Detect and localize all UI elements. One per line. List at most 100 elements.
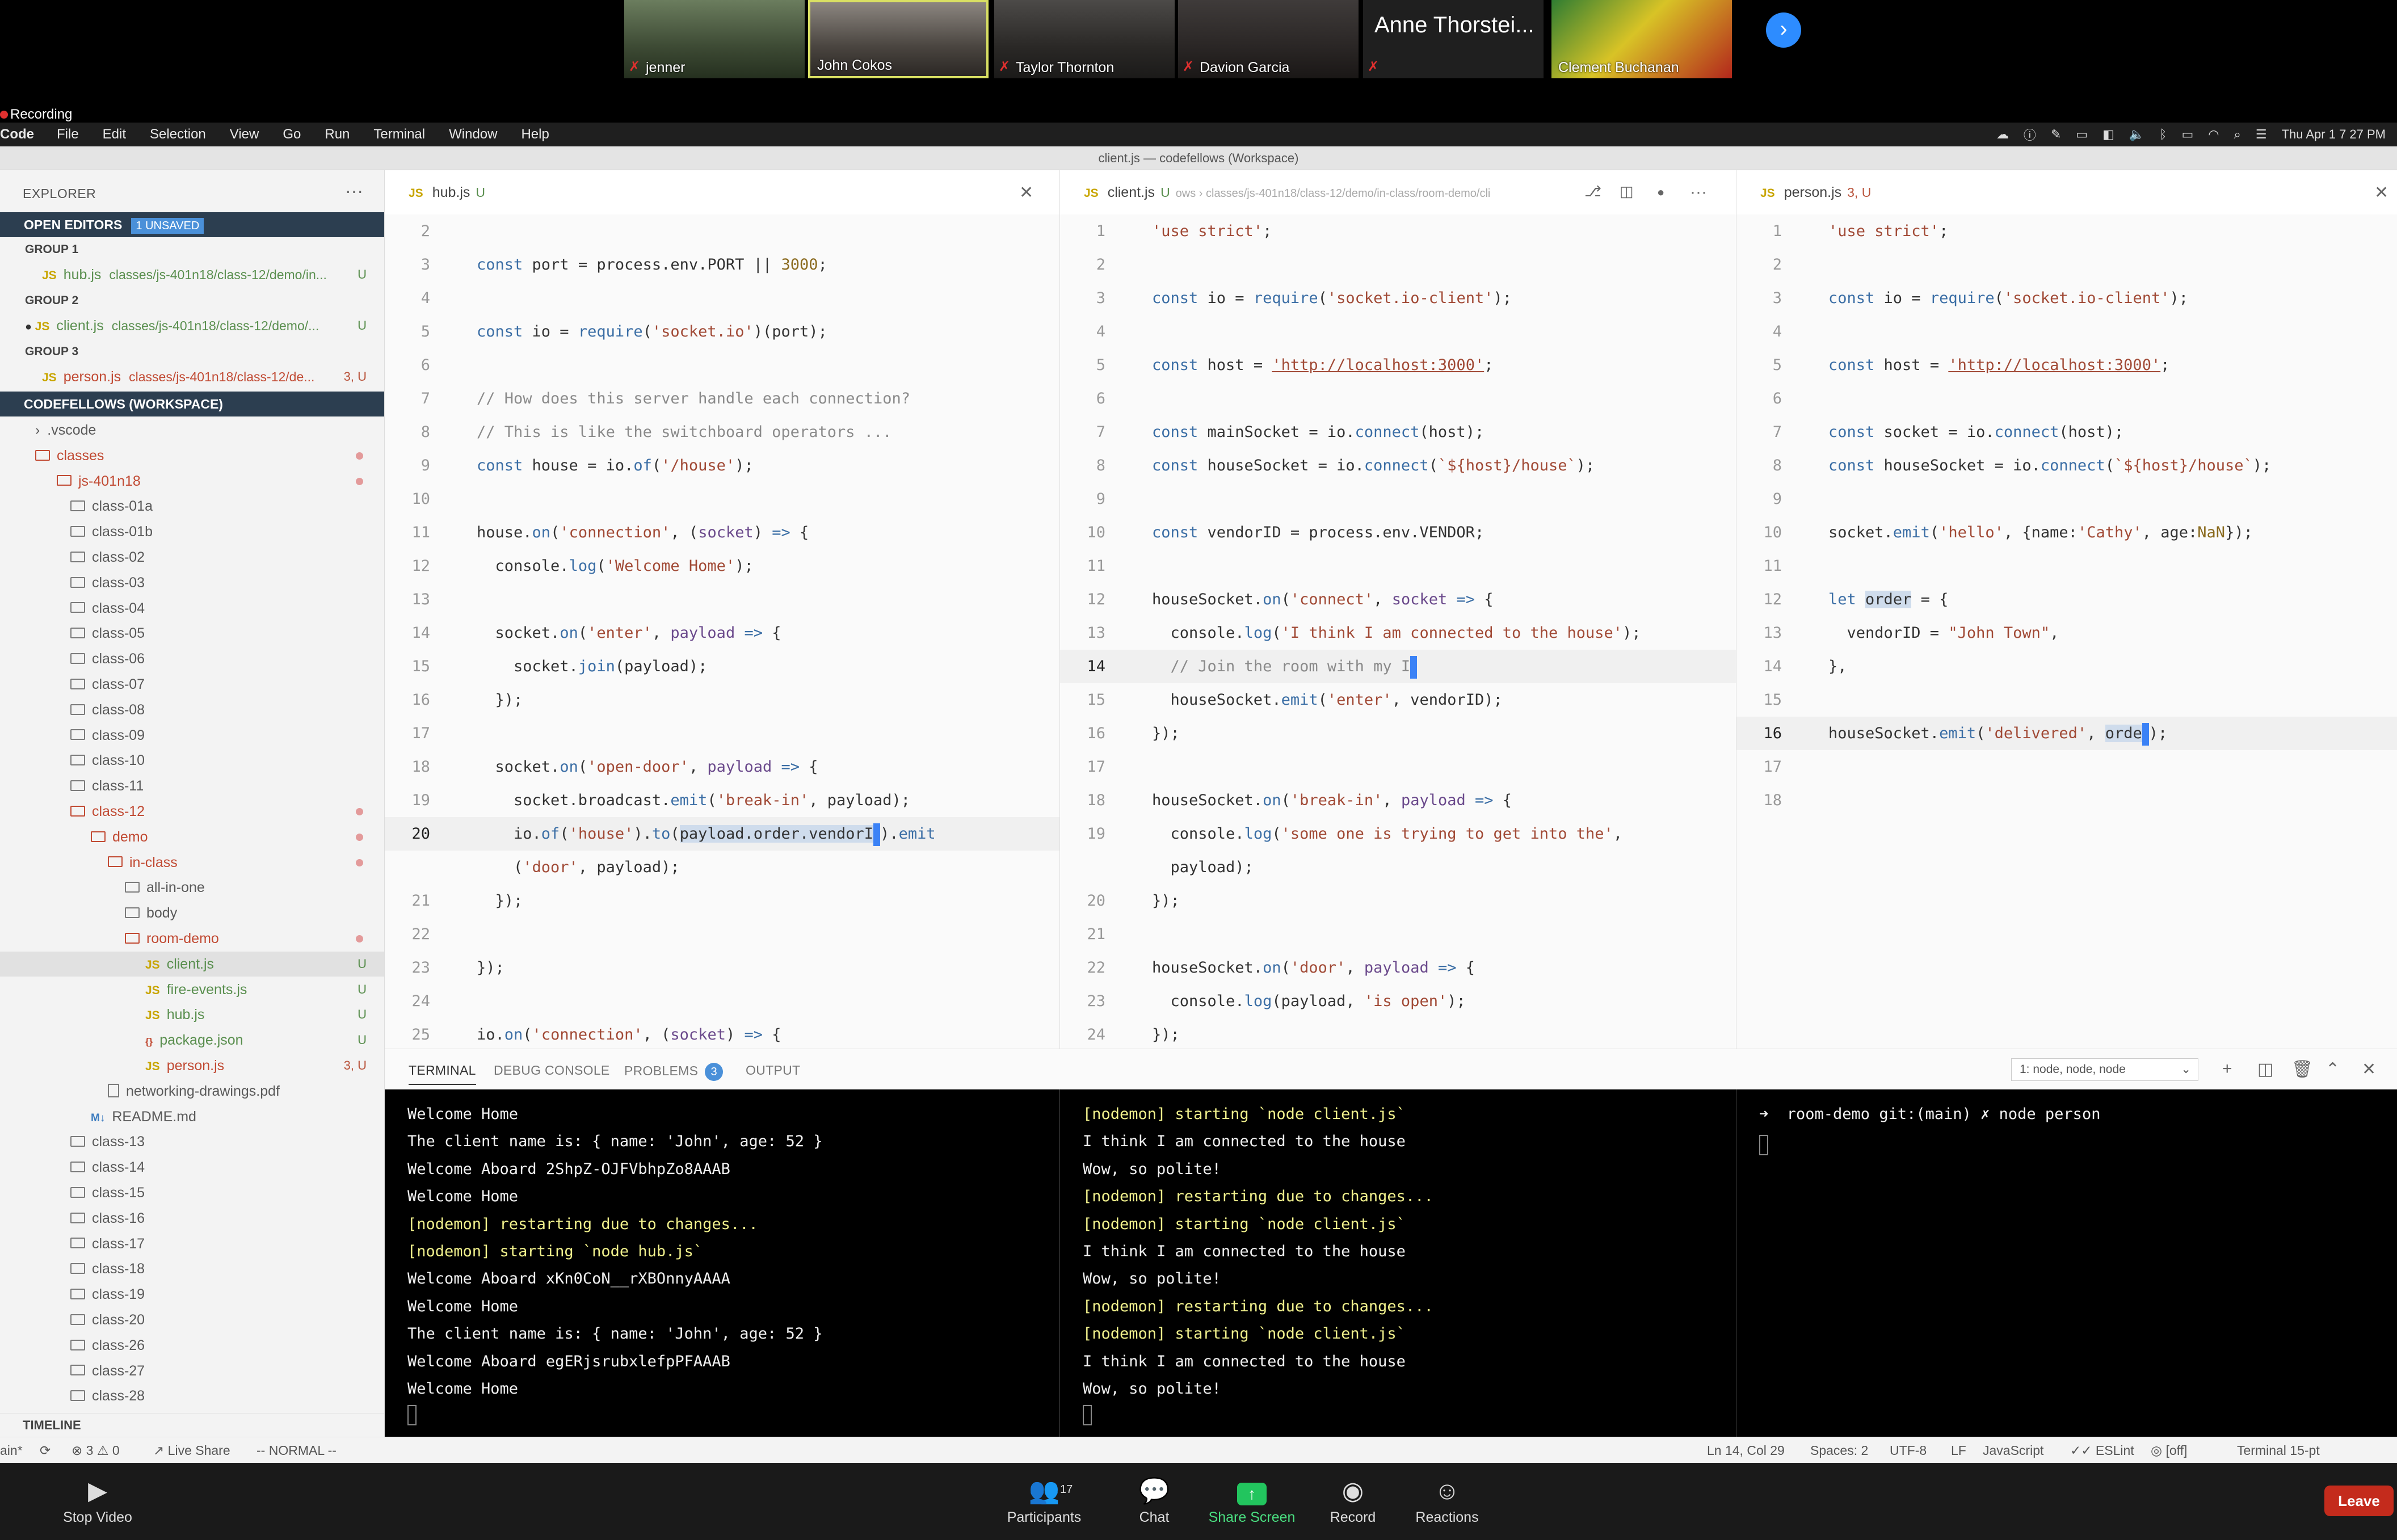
next-page-arrow-icon[interactable]: › xyxy=(1766,12,1801,48)
tree-item[interactable]: all-in-one xyxy=(0,875,384,900)
code-line[interactable]: 7 const socket = io.connect(host); xyxy=(1736,415,2397,449)
problems-status[interactable]: ⊗ 3 ⚠ 0 xyxy=(72,1437,120,1463)
code-line[interactable]: 3 const io = require('socket.io-client'); xyxy=(1736,281,2397,315)
menu-view[interactable]: View xyxy=(230,127,259,142)
participant-tile[interactable]: ✗ jenner xyxy=(624,0,805,78)
code-line[interactable]: 15 socket.join(payload); xyxy=(385,650,1059,683)
code-line[interactable]: 5 const io = require('socket.io')(port); xyxy=(385,315,1059,348)
close-icon[interactable]: ✕ xyxy=(1019,183,1033,203)
control-center-icon[interactable]: ☰ xyxy=(2256,127,2267,142)
add-terminal-icon[interactable]: + xyxy=(2222,1059,2232,1079)
record-button[interactable]: ◉ Record xyxy=(1302,1475,1404,1526)
chat-button[interactable]: 💬 Chat xyxy=(1103,1475,1205,1526)
code-line[interactable]: 16}); xyxy=(1060,717,1736,750)
code-line[interactable]: 23 console.log(payload, 'is open'); xyxy=(1060,984,1736,1018)
code-line[interactable]: 3 const io = require('socket.io-client'); xyxy=(1060,281,1736,315)
code-line[interactable]: 3 const port = process.env.PORT || 3000; xyxy=(385,248,1059,281)
tree-item[interactable]: JS person.js 3, U xyxy=(0,1053,384,1078)
menu-run[interactable]: Run xyxy=(325,127,350,142)
participant-tile[interactable]: ✗ Davion Garcia xyxy=(1178,0,1359,78)
tree-item[interactable]: class-04 xyxy=(0,596,384,621)
tree-item[interactable]: class-27 xyxy=(0,1358,384,1383)
tree-item[interactable]: class-18 xyxy=(0,1256,384,1281)
unsaved-dot-icon[interactable]: ● xyxy=(1657,185,1664,200)
code-line[interactable]: 17 xyxy=(1736,750,2397,784)
menu-selection[interactable]: Selection xyxy=(150,127,206,142)
code-line[interactable]: 13 vendorID = "John Town", xyxy=(1736,616,2397,650)
tree-item[interactable]: room-demo xyxy=(0,926,384,951)
code-line[interactable]: 23}); xyxy=(385,951,1059,984)
tree-item[interactable]: class-15 xyxy=(0,1180,384,1205)
encoding[interactable]: UTF-8 xyxy=(1890,1437,1927,1463)
code-editor[interactable]: 1'use strict'; 2 3 const io = require('sock… xyxy=(1060,214,1736,1049)
code-line[interactable]: 6 xyxy=(1060,382,1736,415)
tab-problems[interactable]: PROBLEMS 3 xyxy=(624,1063,724,1081)
code-line[interactable]: 12 houseSocket.on('connect', socket => { xyxy=(1060,583,1736,616)
participant-tile[interactable]: John Cokos xyxy=(808,0,989,78)
code-line[interactable]: 1 'use strict'; xyxy=(1060,214,1736,248)
tree-item[interactable]: › .vscode xyxy=(0,418,384,443)
split-icon[interactable]: ◧ xyxy=(2102,127,2114,142)
tree-item[interactable]: body xyxy=(0,901,384,925)
code-line[interactable]: ('door', payload); xyxy=(385,851,1059,884)
code-line[interactable]: 10 const vendorID = process.env.VENDOR; xyxy=(1060,516,1736,549)
breadcrumb[interactable]: ows › classes/js-401n18/class-12/demo/in… xyxy=(1176,187,1491,200)
code-line[interactable]: 10 xyxy=(385,482,1059,516)
stop-video-button[interactable]: ▶ Stop Video xyxy=(47,1475,149,1526)
info-icon[interactable]: ⓘ xyxy=(2024,125,2036,144)
code-line[interactable]: 25 io.on('connection', (socket) => { xyxy=(385,1018,1059,1049)
code-line[interactable]: 9 const house = io.of('/house'); xyxy=(385,449,1059,482)
screen-icon[interactable]: ▭ xyxy=(2076,127,2088,142)
code-line[interactable]: 24}); xyxy=(1060,1018,1736,1049)
code-line[interactable]: 6 xyxy=(1736,382,2397,415)
code-line[interactable]: 9 xyxy=(1736,482,2397,516)
unsaved-dot-icon[interactable]: ● xyxy=(25,321,35,333)
code-line[interactable]: 21 xyxy=(1060,918,1736,951)
open-changes-icon[interactable]: ⎇ xyxy=(1584,183,1601,200)
close-icon[interactable]: ✕ xyxy=(2374,183,2388,203)
open-editor-item[interactable]: JS hub.js classes/js-401n18/class-12/demo/… xyxy=(0,262,384,287)
leave-button[interactable]: Leave xyxy=(2324,1486,2394,1516)
code-line[interactable]: 11 xyxy=(1736,549,2397,583)
code-line[interactable]: 16 }); xyxy=(385,683,1059,717)
bluetooth-icon[interactable]: ᛒ xyxy=(2159,127,2167,142)
tree-item[interactable]: class-07 xyxy=(0,672,384,697)
terminal-pane-person[interactable]: ➜ room-demo git:(main) ✗ node person xyxy=(1736,1089,2397,1437)
tab-terminal[interactable]: TERMINAL xyxy=(409,1063,476,1085)
tree-item[interactable]: class-17 xyxy=(0,1231,384,1256)
code-line[interactable]: 2 xyxy=(385,214,1059,248)
code-line[interactable]: 18 xyxy=(1736,784,2397,817)
code-line[interactable]: 5 const host = 'http://localhost:3000'; xyxy=(1736,348,2397,382)
open-editors-header[interactable]: OPEN EDITORS 1 UNSAVED xyxy=(0,212,384,237)
cloud-icon[interactable]: ☁ xyxy=(1996,127,2009,142)
code-editor[interactable]: 1'use strict'; 2 3 const io = require('sock… xyxy=(1736,214,2397,1049)
tab-output[interactable]: OUTPUT xyxy=(746,1063,800,1078)
terminal-font-status[interactable]: Terminal 15-pt xyxy=(2237,1437,2320,1463)
live-share-status[interactable]: ↗ Live Share xyxy=(153,1437,230,1463)
menu-file[interactable]: File xyxy=(57,127,79,142)
more-actions-icon[interactable]: ··· xyxy=(1690,183,1707,202)
code-line[interactable]: 14 // Join the room with my I xyxy=(1060,650,1736,683)
tree-item[interactable]: class-02 xyxy=(0,545,384,570)
code-line[interactable]: 12 console.log('Welcome Home'); xyxy=(385,549,1059,583)
code-line[interactable]: 9 xyxy=(1060,482,1736,516)
code-line[interactable]: 13 xyxy=(385,583,1059,616)
tree-item[interactable]: class-26 xyxy=(0,1333,384,1358)
indentation[interactable]: Spaces: 2 xyxy=(1810,1437,1868,1463)
code-line[interactable]: 20 io.of('house').to(payload.order.vendo… xyxy=(385,817,1059,851)
tree-item[interactable]: class-01b xyxy=(0,519,384,544)
tree-item[interactable]: JS hub.js U xyxy=(0,1002,384,1027)
code-line[interactable]: 15 houseSocket.emit('enter', vendorID); xyxy=(1060,683,1736,717)
more-actions-icon[interactable]: ··· xyxy=(345,180,363,201)
code-line[interactable]: 22 houseSocket.on('door', payload => { xyxy=(1060,951,1736,984)
code-line[interactable]: 14}, xyxy=(1736,650,2397,683)
cursor-position[interactable]: Ln 14, Col 29 xyxy=(1707,1437,1785,1463)
volume-icon[interactable]: 🔈 xyxy=(2129,127,2144,142)
tree-item[interactable]: in-class xyxy=(0,850,384,875)
tree-item[interactable]: class-12 xyxy=(0,799,384,824)
participant-tile[interactable]: ✗ Taylor Thornton xyxy=(994,0,1175,78)
code-line[interactable]: 17 xyxy=(385,717,1059,750)
branch-status[interactable]: ain* xyxy=(0,1437,23,1463)
menu-edit[interactable]: Edit xyxy=(103,127,126,142)
tree-item[interactable]: class-16 xyxy=(0,1206,384,1231)
